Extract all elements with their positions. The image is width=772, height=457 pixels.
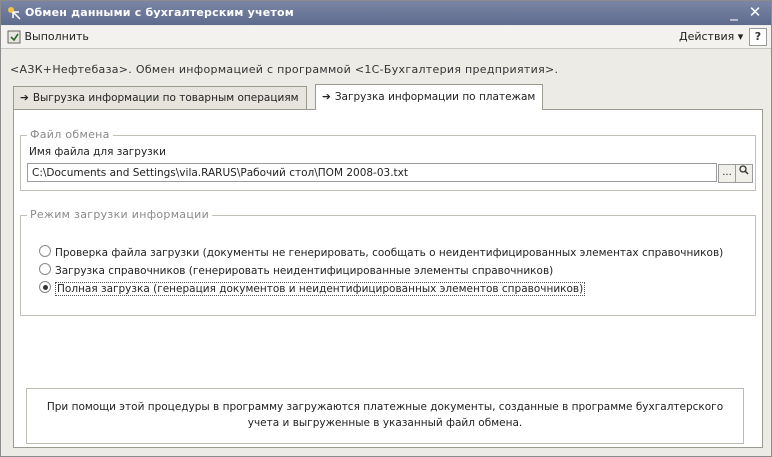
app-icon <box>7 6 21 20</box>
search-icon[interactable] <box>735 164 753 183</box>
file-group-title: Файл обмена <box>27 128 113 141</box>
radio-circle-selected[interactable] <box>39 281 51 293</box>
page-subtitle: <АЗК+Нефтебаза>. Обмен информацией с про… <box>10 63 559 76</box>
execute-icon <box>7 30 25 44</box>
exchange-window: Обмен данными с бухгалтерским учетом _ ✕… <box>0 0 772 457</box>
mode-group-title: Режим загрузки информации <box>27 208 213 221</box>
tab-label: Загрузка информации по платежам <box>334 91 536 103</box>
execute-label: Выполнить <box>24 30 89 43</box>
file-name-label: Имя файла для загрузки <box>29 146 166 158</box>
actions-menu[interactable]: Действия ▾ <box>676 29 746 45</box>
radio-label: Полная загрузка (генерация документов и … <box>55 282 586 296</box>
radio-full-load[interactable]: Полная загрузка (генерация документов и … <box>39 281 586 297</box>
radio-circle[interactable] <box>39 263 51 275</box>
tab-import-payments[interactable]: ➔ Загрузка информации по платежам <box>315 84 544 110</box>
execute-button[interactable]: Выполнить <box>4 29 92 45</box>
radio-label: Проверка файла загрузки (документы не ге… <box>55 247 724 259</box>
arrow-right-icon: ➔ <box>322 91 331 103</box>
info-text: При помощи этой процедуры в программу за… <box>46 401 724 429</box>
radio-circle[interactable] <box>39 245 51 257</box>
radio-check-file[interactable]: Проверка файла загрузки (документы не ге… <box>39 245 723 261</box>
tab-export-goods[interactable]: ➔ Выгрузка информации по товарным операци… <box>13 86 307 109</box>
file-path-input[interactable]: C:\Documents and Settings\vila.RARUS\Раб… <box>27 163 717 182</box>
clear-button[interactable]: ... <box>718 164 736 183</box>
close-button[interactable]: ✕ <box>746 3 764 21</box>
tab-label: Выгрузка информации по товарным операция… <box>32 92 299 104</box>
file-group: Файл обмена Имя файла для загрузки C:\Do… <box>20 128 756 191</box>
tab-panel: Файл обмена Имя файла для загрузки C:\Do… <box>13 109 763 448</box>
radio-load-catalogs[interactable]: Загрузка справочников (генерировать неид… <box>39 263 553 279</box>
help-button[interactable]: ? <box>749 28 767 46</box>
info-box: При помощи этой процедуры в программу за… <box>26 388 744 444</box>
arrow-right-icon: ➔ <box>20 92 29 104</box>
menu-bar: Выполнить Действия ▾ ? <box>1 26 771 49</box>
radio-label: Загрузка справочников (генерировать неид… <box>55 265 554 277</box>
minimize-button[interactable]: _ <box>725 3 743 21</box>
window-title: Обмен данными с бухгалтерским учетом <box>25 6 294 19</box>
title-bar[interactable]: Обмен данными с бухгалтерским учетом _ ✕ <box>1 1 771 25</box>
